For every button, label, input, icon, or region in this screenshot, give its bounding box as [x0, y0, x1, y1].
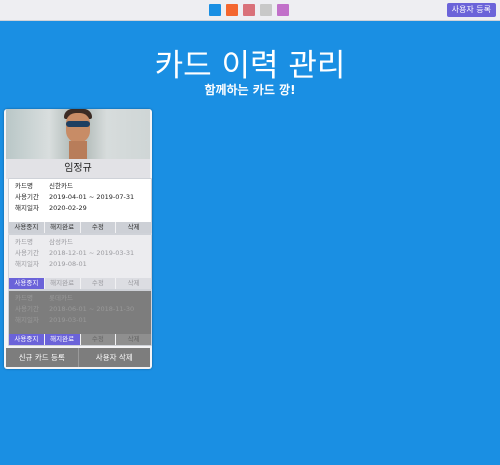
cancel-date-label: 해지일자 [15, 204, 39, 212]
user-photo-icon [6, 109, 150, 159]
card-name-label: 카드명 [15, 238, 33, 246]
card-name-label: 카드명 [15, 294, 33, 302]
cancel-date-label: 해지일자 [15, 316, 39, 324]
theme-swatch-rose[interactable] [243, 4, 255, 16]
page-subtitle: 함께하는 카드 깡! [204, 83, 296, 97]
period-value: 2018-12-01 ~ 2019-03-31 [49, 249, 135, 257]
theme-swatch-orange[interactable] [226, 4, 238, 16]
page-title: 카드 이력 관리 [154, 48, 346, 84]
delete-button[interactable]: 삭제 [116, 334, 151, 345]
user-name: 임정규 [6, 159, 150, 179]
cancel-complete-button[interactable]: 해지완료 [44, 278, 81, 289]
delete-button[interactable]: 삭제 [116, 222, 151, 233]
period-label: 사용기간 [15, 249, 39, 257]
cancel-complete-button[interactable]: 해지완료 [44, 222, 81, 233]
period-label: 사용기간 [15, 305, 39, 313]
theme-swatch-gray[interactable] [260, 4, 272, 16]
theme-swatches [209, 4, 289, 16]
cancel-date-value: 2020-02-29 [49, 204, 87, 212]
card-name-value: 롯데카드 [49, 294, 73, 302]
period-value: 2018-06-01 ~ 2018-11-30 [49, 305, 135, 313]
card-name-label: 카드명 [15, 182, 33, 190]
period-label: 사용기간 [15, 193, 39, 201]
new-card-button[interactable]: 신규 카드 등록 [6, 348, 79, 367]
user-card: 임정규 카드명 신한카드 사용기간 2019-04-01 ~ 2019-07-31 … [4, 109, 152, 369]
edit-button[interactable]: 수정 [80, 222, 117, 233]
card-history-entry: 카드명 삼성카드 사용기간 2018-12-01 ~ 2019-03-31 해지일자… [8, 234, 152, 290]
card-history-entry: 카드명 롯데카드 사용기간 2018-06-01 ~ 2018-11-30 해지일자… [8, 290, 152, 346]
delete-button[interactable]: 삭제 [116, 278, 151, 289]
edit-button[interactable]: 수정 [80, 278, 117, 289]
cancel-date-label: 해지일자 [15, 260, 39, 268]
card-history-entry: 카드명 신한카드 사용기간 2019-04-01 ~ 2019-07-31 해지일자… [8, 178, 152, 234]
register-user-button[interactable]: 사용자 등록 [446, 3, 496, 17]
edit-button[interactable]: 수정 [80, 334, 117, 345]
card-footer-actions: 신규 카드 등록 사용자 삭제 [6, 348, 150, 367]
period-value: 2019-04-01 ~ 2019-07-31 [49, 193, 135, 201]
card-name-value: 삼성카드 [49, 238, 73, 246]
suspend-button[interactable]: 사용중지 [9, 222, 45, 233]
cancel-date-value: 2019-03-01 [49, 316, 87, 324]
theme-swatch-blue[interactable] [209, 4, 221, 16]
top-bar: 사용자 등록 [0, 0, 500, 21]
suspend-button[interactable]: 사용중지 [9, 334, 45, 345]
cancel-complete-button[interactable]: 해지완료 [44, 334, 81, 345]
cancel-date-value: 2019-08-01 [49, 260, 87, 268]
card-name-value: 신한카드 [49, 182, 73, 190]
delete-user-button[interactable]: 사용자 삭제 [78, 348, 150, 367]
theme-swatch-purple[interactable] [277, 4, 289, 16]
suspend-button[interactable]: 사용중지 [9, 278, 45, 289]
